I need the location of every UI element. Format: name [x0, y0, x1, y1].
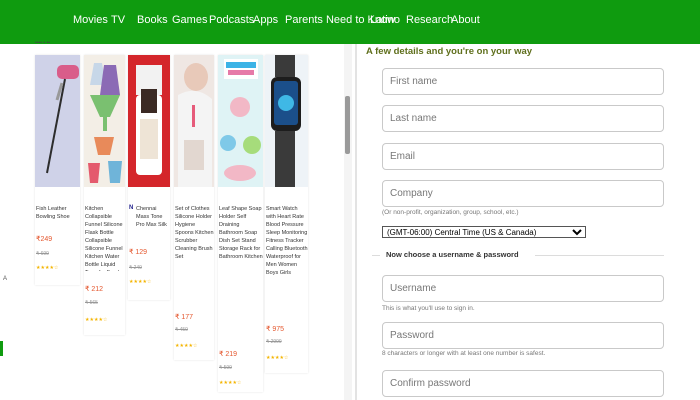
- scrollbar-thumb[interactable]: [345, 96, 350, 154]
- product-old-price: ₹ 2999: [266, 339, 282, 345]
- product-title: Leaf Shape Soap Holder Self Draining Bat…: [219, 206, 263, 260]
- product-price: ₹ 219: [219, 351, 238, 358]
- company-field[interactable]: [382, 180, 664, 207]
- product-image: [35, 55, 80, 187]
- section-divider-left: [372, 255, 380, 256]
- product-price: ₹ 177: [175, 314, 194, 321]
- nav-item-podcasts[interactable]: Podcasts: [209, 14, 254, 26]
- product-rating: ★★★★☆: [36, 265, 59, 271]
- product-title: Set of Clothes Silicone Holder Hygiene S…: [175, 206, 214, 260]
- brand-icon: N: [129, 205, 134, 211]
- section-divider-right: [535, 255, 664, 256]
- product-title: Fish Leather Bowling Shoe: [36, 206, 70, 220]
- password-hint: 8 characters or longer with at least one…: [382, 350, 546, 357]
- product-old-price: ₹ 565: [85, 300, 98, 306]
- username-hint: This is what you'll use to sign in.: [382, 305, 475, 312]
- timezone-select[interactable]: (GMT-06:00) Central Time (US & Canada): [382, 226, 586, 238]
- nav-item-movies[interactable]: Movies: [73, 14, 108, 26]
- company-hint: (Or non-profit, organization, group, sch…: [382, 209, 519, 216]
- product-image: [84, 55, 125, 187]
- product-card[interactable]: N Chennai Mass Tone Pro Max Silk Paste ₹…: [128, 55, 170, 300]
- last-name-field[interactable]: [382, 105, 664, 132]
- product-price: ₹ 129: [129, 249, 148, 256]
- confirm-password-field[interactable]: [382, 370, 664, 397]
- product-card[interactable]: Set of Clothes Silicone Holder Hygiene S…: [174, 55, 214, 360]
- username-field[interactable]: [382, 275, 664, 302]
- password-field[interactable]: [382, 322, 664, 349]
- product-image: [265, 55, 308, 187]
- form-heading: A few details and you're on your way: [366, 46, 533, 57]
- product-rating: ★★★★☆: [85, 317, 108, 323]
- product-old-price: ₹ 459: [175, 327, 188, 333]
- product-old-price: ₹ 249: [129, 265, 142, 271]
- product-card[interactable]: Kitchen Collapsible Funnel Silicone Flas…: [84, 55, 125, 335]
- product-title: Kitchen Collapsible Funnel Silicone Flas…: [85, 206, 123, 271]
- product-card[interactable]: Fish Leather Bowling Shoe ₹249 ₹ 699 ★★★…: [35, 55, 80, 285]
- product-title: Smart Watch with Heart Rate Blood Pressu…: [266, 206, 308, 276]
- product-image: [174, 55, 214, 187]
- panel-top-text: •••• • ••: [35, 40, 51, 46]
- product-title: Chennai Mass Tone Pro Max Silk Paste: [136, 206, 167, 228]
- product-price: ₹ 975: [266, 326, 285, 333]
- product-card[interactable]: Smart Watch with Heart Rate Blood Pressu…: [265, 55, 308, 373]
- nav-item-games[interactable]: Games: [172, 14, 207, 26]
- nav-item-tv[interactable]: TV: [111, 14, 125, 26]
- product-rating: ★★★★☆: [266, 355, 289, 361]
- email-field[interactable]: [382, 143, 664, 170]
- nav-item-apps[interactable]: Apps: [253, 14, 278, 26]
- username-section-heading: Now choose a username & password: [381, 250, 524, 259]
- nav-item-books[interactable]: Books: [137, 14, 168, 26]
- nav-item-latino[interactable]: Latino: [370, 14, 400, 26]
- product-card[interactable]: Leaf Shape Soap Holder Self Draining Bat…: [218, 55, 263, 392]
- page-edge-accent: [0, 341, 3, 356]
- nav-item-about[interactable]: About: [451, 14, 480, 26]
- product-old-price: ₹ 699: [36, 251, 49, 257]
- product-price: ₹249: [36, 236, 53, 243]
- product-image: [128, 55, 170, 187]
- top-nav-bar: Movies TV Books Games Podcasts Apps Pare…: [0, 0, 700, 44]
- product-image: [218, 55, 263, 187]
- product-rating: ★★★★☆: [129, 279, 152, 285]
- product-rating: ★★★★☆: [219, 380, 242, 386]
- first-name-field[interactable]: [382, 68, 664, 95]
- side-label: A: [3, 276, 8, 282]
- product-price: ₹ 212: [85, 286, 104, 293]
- product-rating: ★★★★☆: [175, 343, 198, 349]
- nav-item-research[interactable]: Research: [406, 14, 453, 26]
- product-old-price: ₹ 599: [219, 365, 232, 371]
